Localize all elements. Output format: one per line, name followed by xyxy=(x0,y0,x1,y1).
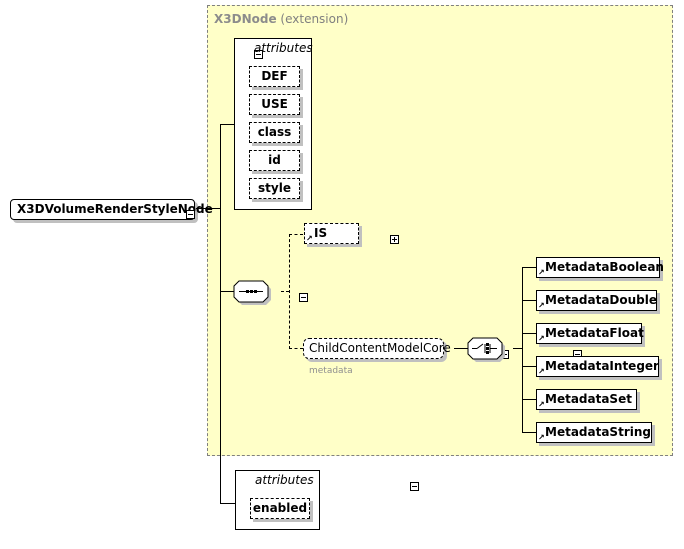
child-content-model-core-group[interactable]: ChildContentModelCore xyxy=(303,338,451,359)
attribute-def[interactable]: DEF xyxy=(249,66,300,87)
element-metadata-float[interactable]: ↗ MetadataFloat xyxy=(536,323,644,344)
element-metadata-double[interactable]: ↗ MetadataDouble xyxy=(536,290,657,311)
element-label: MetadataInteger xyxy=(545,359,659,373)
connector xyxy=(454,348,468,349)
base-attributes-header: attributes xyxy=(254,41,313,55)
sequence-collapse-icon[interactable] xyxy=(299,293,309,302)
root-element[interactable]: X3DVolumeRenderStyleNode xyxy=(10,199,213,220)
reference-arrow-icon: ↗ xyxy=(538,400,545,409)
element-metadata-string[interactable]: ↗ MetadataString xyxy=(536,422,652,443)
extension-suffix: (extension) xyxy=(280,12,349,26)
connector xyxy=(522,432,536,433)
connector xyxy=(522,300,536,301)
attribute-enabled[interactable]: enabled xyxy=(250,498,310,519)
attribute-id[interactable]: id xyxy=(249,150,300,171)
attribute-class[interactable]: class xyxy=(249,122,300,143)
extension-base: X3DNode xyxy=(214,12,277,26)
element-label: MetadataSet xyxy=(545,392,632,406)
connector xyxy=(522,366,536,367)
group-label: ChildContentModelCore xyxy=(309,341,451,355)
connector xyxy=(522,399,536,400)
reference-arrow-icon: ↗ xyxy=(538,334,545,343)
element-metadata-boolean[interactable]: ↗ MetadataBoolean xyxy=(536,257,664,278)
connector xyxy=(289,234,303,235)
element-metadata-integer[interactable]: ↗ MetadataInteger xyxy=(536,356,659,377)
choice-compositor[interactable] xyxy=(467,337,507,363)
element-metadata-set[interactable]: ↗ MetadataSet xyxy=(536,389,637,410)
is-element-label: IS xyxy=(314,226,328,240)
attribute-style[interactable]: style xyxy=(249,178,300,199)
connector xyxy=(220,124,221,504)
sequence-compositor[interactable] xyxy=(233,280,273,306)
attribute-use[interactable]: USE xyxy=(249,94,300,115)
connector xyxy=(522,267,523,433)
connector xyxy=(220,124,235,125)
reference-arrow-icon: ↗ xyxy=(538,268,545,277)
connector xyxy=(522,267,536,268)
own-attributes-header: attributes xyxy=(255,473,314,487)
element-label: MetadataDouble xyxy=(545,293,658,307)
connector xyxy=(220,503,235,504)
element-label: MetadataFloat xyxy=(545,326,644,340)
is-expand-icon[interactable] xyxy=(390,235,400,244)
element-label: MetadataBoolean xyxy=(545,260,664,274)
group-caption: metadata xyxy=(309,366,353,376)
connector xyxy=(196,208,221,209)
reference-arrow-icon: ↗ xyxy=(306,234,313,243)
is-element[interactable]: ↗ IS xyxy=(304,223,359,244)
extension-title: X3DNode (extension) xyxy=(214,12,348,26)
connector xyxy=(289,348,303,349)
element-label: MetadataString xyxy=(545,425,651,439)
connector xyxy=(522,333,536,334)
own-attributes-collapse-icon[interactable] xyxy=(410,482,420,491)
root-element-label: X3DVolumeRenderStyleNode xyxy=(17,202,213,216)
connector xyxy=(281,291,289,292)
reference-arrow-icon: ↗ xyxy=(538,433,545,442)
reference-arrow-icon: ↗ xyxy=(538,367,545,376)
root-collapse-icon[interactable] xyxy=(186,210,195,219)
connector xyxy=(289,234,290,349)
reference-arrow-icon: ↗ xyxy=(538,301,545,310)
